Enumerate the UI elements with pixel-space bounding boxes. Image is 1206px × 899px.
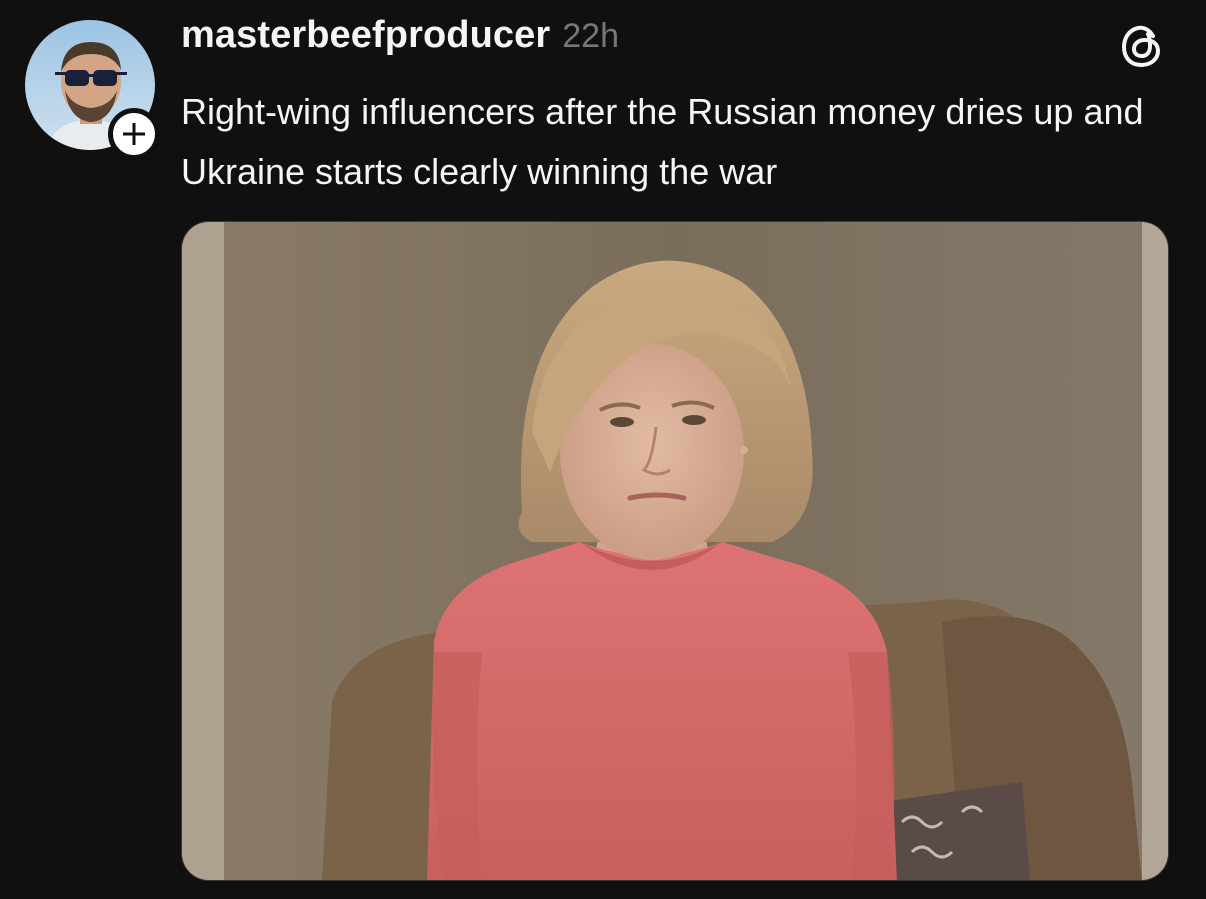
follow-button[interactable]	[108, 108, 160, 160]
threads-logo-icon[interactable]	[1116, 20, 1168, 72]
post-header: masterbeefproducer 22h	[181, 14, 619, 64]
plus-icon	[123, 123, 145, 145]
avatar-wrap[interactable]	[25, 20, 160, 160]
media-image	[182, 222, 1168, 880]
timestamp[interactable]: 22h	[562, 17, 619, 56]
post-text: Right-wing influencers after the Russian…	[181, 91, 1144, 192]
post-media[interactable]	[181, 221, 1169, 881]
username[interactable]: masterbeefproducer	[181, 14, 550, 57]
